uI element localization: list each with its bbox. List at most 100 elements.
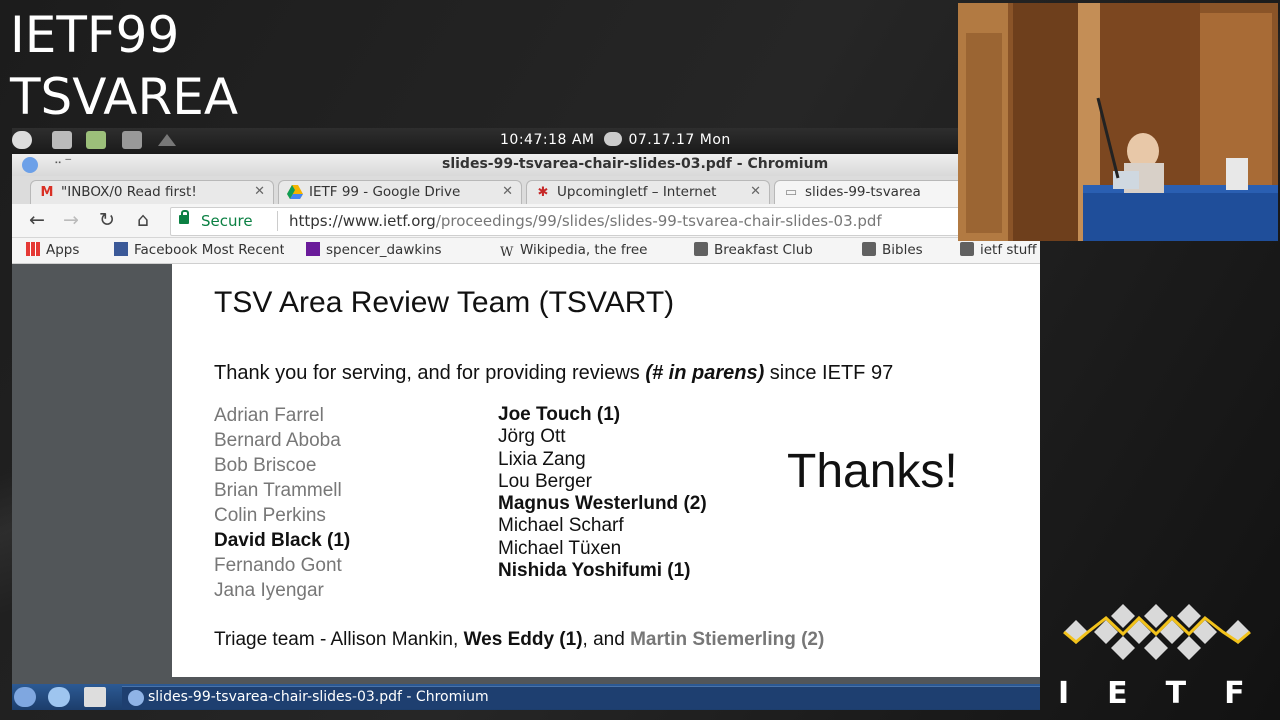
- tab-upcoming-ietf[interactable]: ✱ UpcomingIetf – Internet ✕: [526, 180, 770, 205]
- close-icon[interactable]: ✕: [750, 184, 761, 199]
- reviewer-column-2: Joe Touch (1) Jörg Ott Lixia Zang Lou Be…: [498, 404, 707, 582]
- folder-icon: [960, 242, 974, 256]
- secure-label: Secure: [201, 212, 253, 230]
- upload-arrow-icon[interactable]: [158, 134, 176, 146]
- window-title: slides-99-tsvarea-chair-slides-03.pdf - …: [442, 156, 829, 172]
- forward-arrow-icon[interactable]: →: [60, 209, 82, 231]
- files-icon[interactable]: [52, 131, 72, 149]
- session-name: TSVAREA: [10, 68, 239, 126]
- reviewer-name: Adrian Farrel: [214, 405, 324, 426]
- triage-prefix: Triage team - Allison Mankin,: [214, 629, 464, 650]
- back-arrow-icon[interactable]: ←: [26, 209, 48, 231]
- reviewer-column-1: Adrian Farrel Bernard Aboba Bob Briscoe …: [214, 403, 350, 603]
- ietf-wordmark: IETF: [1058, 676, 1280, 711]
- bookmark-facebook[interactable]: Facebook Most Recent: [114, 242, 284, 258]
- reviewer-name: Michael Scharf: [498, 515, 624, 537]
- tab-strip: M "INBOX/0 Read first! ✕ IETF 99 - Googl…: [12, 176, 1040, 205]
- terminal-icon[interactable]: [86, 131, 106, 149]
- reviewer-name: Bob Briscoe: [214, 455, 317, 476]
- reviewer-name: David Black (1): [214, 530, 351, 551]
- chromium-launcher-icon[interactable]: [14, 687, 36, 707]
- intro-text: Thank you for serving, and for providing…: [214, 362, 646, 384]
- tab-label: "INBOX/0 Read first!: [61, 184, 197, 200]
- close-icon[interactable]: ✕: [254, 184, 265, 199]
- close-icon[interactable]: ✕: [502, 184, 513, 199]
- tab-label: UpcomingIetf – Internet: [557, 184, 717, 200]
- app-launcher-icon[interactable]: [12, 131, 32, 149]
- chromium-icon: [128, 690, 144, 706]
- event-name: IETF99: [10, 6, 180, 64]
- top-panel: 10:47:18 AM 07.17.17 Mon: [12, 128, 1040, 154]
- reviewer-name: Joe Touch (1): [498, 404, 621, 425]
- bookmark-label: Apps: [46, 242, 80, 258]
- tab-inbox[interactable]: M "INBOX/0 Read first! ✕: [30, 180, 274, 205]
- bookmark-label: Breakfast Club: [714, 242, 813, 258]
- window-titlebar[interactable]: ⠒ ‾ slides-99-tsvarea-chair-slides-03.pd…: [12, 154, 1040, 177]
- triage-line: Triage team - Allison Mankin, Wes Eddy (…: [214, 629, 824, 651]
- intro-suffix: since IETF 97: [764, 362, 894, 384]
- home-icon[interactable]: ⌂: [132, 209, 154, 231]
- wikipedia-icon: W: [500, 245, 514, 260]
- folder-icon: [862, 242, 876, 256]
- bookmark-spencer[interactable]: spencer_dawkins: [306, 242, 482, 258]
- url-divider: [277, 211, 278, 231]
- editor-icon[interactable]: [84, 687, 106, 707]
- pdf-viewer[interactable]: TSV Area Review Team (TSVART) Thank you …: [12, 264, 1040, 684]
- tab-label: IETF 99 - Google Drive: [309, 184, 461, 200]
- browser-launcher-icon[interactable]: [48, 687, 70, 707]
- bookmark-label: spencer_dawkins: [326, 242, 442, 258]
- desktop-screen: 10:47:18 AM 07.17.17 Mon ⠒ ‾ slides-99-ts…: [12, 128, 1040, 710]
- bookmark-label: Wikipedia, the free: [520, 242, 648, 258]
- reviewer-name: Lixia Zang: [498, 448, 586, 470]
- apps-grid-icon: [26, 242, 40, 256]
- browser-toolbar: ← → ↻ ⌂ Secure https://www.ietf.org/proc…: [12, 204, 1040, 238]
- url-path: /proceedings/99/slides/slides-99-tsvarea…: [435, 212, 882, 230]
- camera-feed: [958, 3, 1278, 241]
- taskbar-window-button[interactable]: slides-99-tsvarea-chair-slides-03.pdf - …: [122, 686, 1040, 709]
- triage-bold-name: Wes Eddy (1): [463, 629, 583, 650]
- gmail-icon: M: [40, 185, 54, 200]
- url-text: https://www.ietf.org/proceedings/99/slid…: [289, 212, 882, 230]
- reviewer-name: Magnus Westerlund (2): [498, 493, 707, 515]
- event-title: IETF99 TSVAREA: [10, 4, 238, 128]
- clock-time: 10:47:18 AM: [500, 132, 595, 148]
- document-icon: ▭: [784, 185, 798, 200]
- reload-icon[interactable]: ↻: [96, 209, 118, 231]
- tab-google-drive[interactable]: IETF 99 - Google Drive ✕: [278, 180, 522, 205]
- mail-icon: [306, 242, 320, 256]
- reviewer-name: Jörg Ott: [498, 426, 566, 448]
- bookmark-breakfast-club[interactable]: Breakfast Club: [694, 242, 813, 258]
- reviewer-name: Colin Perkins: [214, 505, 326, 526]
- bookmark-label: Bibles: [882, 242, 923, 258]
- clock: 10:47:18 AM 07.17.17 Mon: [500, 132, 731, 148]
- screen-icon[interactable]: [122, 131, 142, 149]
- reviewer-name: Jana Iyengar: [214, 580, 324, 601]
- bookmark-ietf-stuff[interactable]: ietf stuff: [960, 242, 1040, 258]
- taskbar-window-label: slides-99-tsvarea-chair-slides-03.pdf - …: [148, 689, 489, 705]
- pdf-page: TSV Area Review Team (TSVART) Thank you …: [172, 264, 1040, 677]
- reviewer-name: Fernando Gont: [214, 555, 342, 576]
- triage-mid: , and: [582, 629, 631, 650]
- slide-title: TSV Area Review Team (TSVART): [214, 286, 675, 319]
- bookmark-label: Facebook Most Recent: [134, 242, 284, 258]
- reviewer-name: Lou Berger: [498, 470, 593, 492]
- folder-icon: [694, 242, 708, 256]
- bookmark-bibles[interactable]: Bibles: [862, 242, 923, 258]
- triage-grey-name: Martin Stiemerling (2): [630, 629, 825, 650]
- ietf-tab-icon: ✱: [537, 185, 549, 200]
- google-drive-icon: [287, 185, 303, 201]
- url-host: https://www.ietf.org: [289, 212, 436, 230]
- window-menu-icon[interactable]: ⠒ ‾: [54, 157, 71, 170]
- slide-intro: Thank you for serving, and for providing…: [214, 362, 893, 385]
- clock-date: 07.17.17 Mon: [628, 132, 731, 148]
- bookmark-apps[interactable]: Apps: [26, 242, 79, 258]
- facebook-icon: [114, 242, 128, 256]
- taskbar: slides-99-tsvarea-chair-slides-03.pdf - …: [12, 684, 1040, 710]
- reviewer-name: Michael Tüxen: [498, 537, 622, 559]
- chromium-icon: [22, 157, 38, 173]
- bookmarks-bar: Apps Facebook Most Recent spencer_dawkin…: [12, 238, 1040, 264]
- globe-icon: [604, 132, 623, 146]
- address-bar[interactable]: Secure https://www.ietf.org/proceedings/…: [170, 207, 1040, 236]
- lock-icon: [179, 210, 189, 224]
- bookmark-wikipedia[interactable]: W Wikipedia, the free: [500, 242, 678, 260]
